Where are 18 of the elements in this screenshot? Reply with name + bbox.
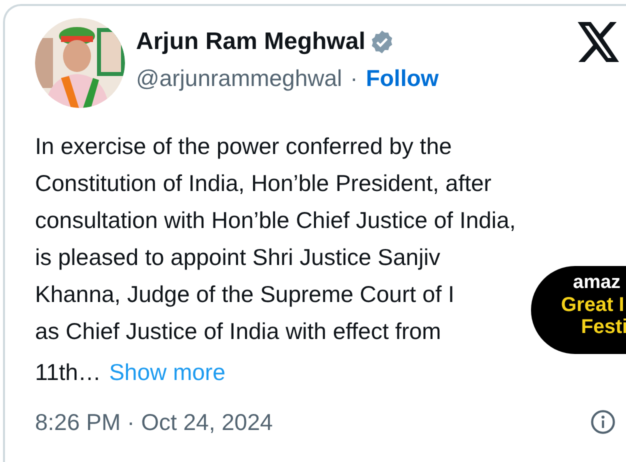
separator-dot: · [350, 64, 358, 93]
tweet-text-line: consultation with Hon’ble Chief Justice of India, [35, 206, 516, 235]
info-icon[interactable] [590, 409, 616, 436]
ad-brand: amaz [573, 272, 621, 294]
advertisement-badge[interactable]: amaz Great I Festi [531, 266, 626, 354]
timestamp[interactable]: 8:26 PM · Oct 24, 2024 [35, 405, 273, 440]
tweet-text-line: 11th… [35, 358, 102, 387]
follow-link[interactable]: Follow [366, 63, 439, 93]
tweet-text-line: as Chief Justice of India with effect from [35, 317, 442, 346]
tweet-text-line: Constitution of India, Hon’ble President, after [35, 169, 492, 198]
tweet-text-line: is pleased to appoint Shri Justice Sanjiv [35, 243, 440, 272]
ad-headline: Festi [581, 316, 626, 338]
author-handle[interactable]: @arjunrammeghwal [136, 63, 342, 93]
x-logo-icon[interactable] [576, 22, 622, 62]
tweet-text-line: In exercise of the power conferred by the [35, 132, 452, 161]
tweet-text-line: Khanna, Judge of the Supreme Court of I [35, 280, 454, 309]
ad-headline: Great I [561, 294, 624, 316]
author-name[interactable]: Arjun Ram Meghwal [136, 27, 366, 57]
